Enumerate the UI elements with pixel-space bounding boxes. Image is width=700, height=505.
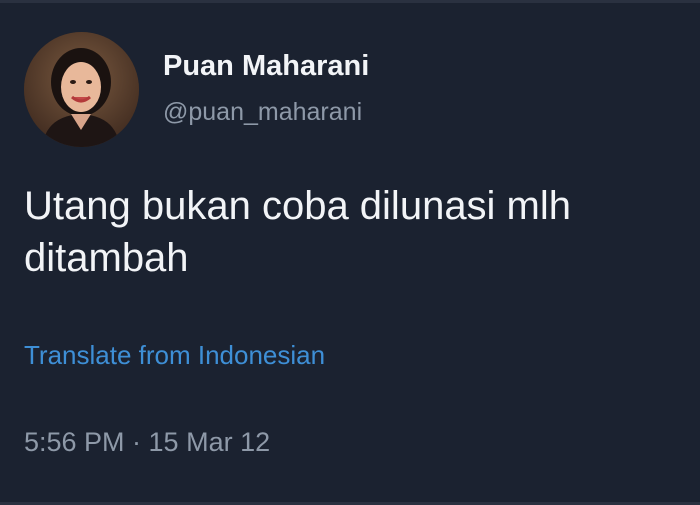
tweet-card: Puan Maharani @puan_maharani Utang bukan… (0, 0, 700, 505)
display-name[interactable]: Puan Maharani (163, 50, 369, 83)
profile-photo (24, 32, 139, 147)
user-handle[interactable]: @puan_maharani (163, 98, 362, 127)
tweet-timestamp[interactable]: 5:56 PM · 15 Mar 12 (24, 427, 270, 458)
avatar[interactable] (24, 32, 139, 147)
translate-link[interactable]: Translate from Indonesian (24, 340, 325, 371)
top-border (0, 0, 700, 3)
tweet-text: Utang bukan coba dilunasi mlh ditambah (24, 184, 572, 280)
